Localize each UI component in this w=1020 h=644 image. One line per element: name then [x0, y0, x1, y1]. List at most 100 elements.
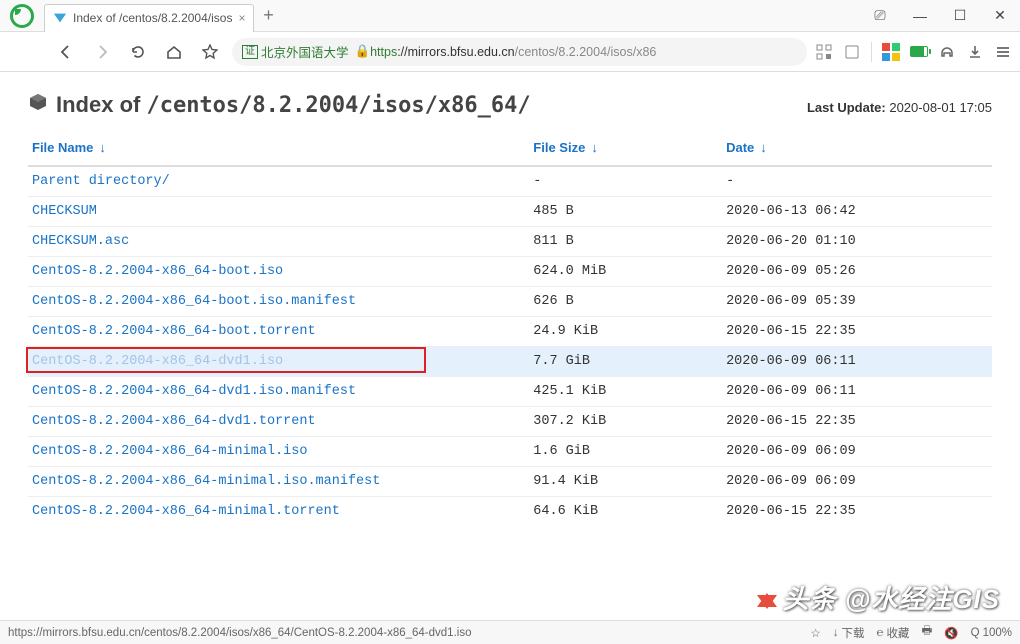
file-link[interactable]: CHECKSUM.asc	[32, 234, 129, 249]
toolbar: 证 北京外国语大学 🔒 https://mirrors.bfsu.edu.cn/…	[0, 32, 1020, 72]
col-header-size[interactable]: File Size↓	[529, 130, 722, 166]
table-row: CentOS-8.2.2004-x86_64-minimal.iso 1.6 Gi…	[28, 437, 992, 467]
sort-arrow-icon: ↓	[760, 140, 767, 155]
table-row: CentOS-8.2.2004-x86_64-minimal.iso.manif…	[28, 467, 992, 497]
sort-arrow-icon: ↓	[591, 140, 598, 155]
sort-arrow-icon: ↓	[99, 140, 106, 155]
page-content: Index of /centos/8.2.2004/isos/x86_64/ L…	[0, 72, 1020, 526]
zoom-control[interactable]: Q 100%	[971, 627, 1012, 639]
file-size: 91.4 KiB	[529, 467, 722, 497]
file-link[interactable]: CentOS-8.2.2004-x86_64-dvd1.iso	[32, 354, 283, 369]
extension-icon[interactable]	[843, 43, 861, 61]
reload-button[interactable]	[124, 38, 152, 66]
window-maximize-button[interactable]: ☐	[940, 0, 980, 32]
file-link[interactable]: CentOS-8.2.2004-x86_64-dvd1.iso.manifest	[32, 384, 356, 399]
page-title: Index of /centos/8.2.2004/isos/x86_64/	[56, 92, 531, 118]
file-date: 2020-06-09 05:39	[722, 287, 992, 317]
file-size: 624.0 MiB	[529, 257, 722, 287]
table-row: CentOS-8.2.2004-x86_64-boot.iso 624.0 MiB…	[28, 257, 992, 287]
window-controls: ⎚ — ☐ ✕	[860, 0, 1020, 32]
file-link[interactable]: CentOS-8.2.2004-x86_64-boot.iso.manifest	[32, 294, 356, 309]
file-size: 7.7 GiB	[529, 347, 722, 377]
table-row: CHECKSUM 485 B2020-06-13 06:42	[28, 197, 992, 227]
window-minimize-button[interactable]: —	[900, 0, 940, 32]
lock-icon: 🔒	[355, 44, 371, 59]
headset-icon[interactable]	[938, 43, 956, 61]
file-date: 2020-06-09 06:09	[722, 467, 992, 497]
table-row: CHECKSUM.asc 811 B2020-06-20 01:10	[28, 227, 992, 257]
tab-favicon-icon	[53, 11, 67, 25]
url-text: https://mirrors.bfsu.edu.cn/centos/8.2.2…	[370, 45, 656, 59]
table-row: CentOS-8.2.2004-x86_64-minimal.torrent 64…	[28, 497, 992, 527]
watermark: 头条 @水经注GIS	[757, 579, 1000, 616]
browser-logo[interactable]	[0, 0, 44, 32]
tab-close-button[interactable]: ×	[238, 11, 245, 25]
file-table: File Name↓ File Size↓ Date↓ Parent direc…	[28, 130, 992, 526]
window-close-button[interactable]: ✕	[980, 0, 1020, 32]
window-tab-list-button[interactable]: ⎚	[860, 0, 900, 32]
file-size: 24.9 KiB	[529, 317, 722, 347]
status-mute-button[interactable]: 🔇	[944, 626, 958, 640]
table-row: CentOS-8.2.2004-x86_64-dvd1.torrent 307.2…	[28, 407, 992, 437]
file-link[interactable]: CentOS-8.2.2004-x86_64-boot.iso	[32, 264, 283, 279]
menu-button[interactable]	[994, 43, 1012, 61]
status-url: https://mirrors.bfsu.edu.cn/centos/8.2.2…	[8, 627, 810, 639]
file-date: 2020-06-09 06:09	[722, 437, 992, 467]
file-date: 2020-06-09 05:26	[722, 257, 992, 287]
last-update: Last Update: 2020-08-01 17:05	[807, 100, 992, 115]
apps-icon[interactable]	[882, 43, 900, 61]
status-fav-button[interactable]: ☆	[810, 626, 820, 640]
file-size: 626 B	[529, 287, 722, 317]
back-button[interactable]	[52, 38, 80, 66]
file-link[interactable]: Parent directory/	[32, 174, 170, 189]
cert-org: 北京外国语大学	[261, 42, 349, 61]
file-date: 2020-06-20 01:10	[722, 227, 992, 257]
file-size: -	[529, 166, 722, 197]
home-button[interactable]	[160, 38, 188, 66]
status-download-button[interactable]: ↓ 下载	[833, 625, 865, 641]
page-header: Index of /centos/8.2.2004/isos/x86_64/ L…	[28, 92, 992, 118]
table-row: CentOS-8.2.2004-x86_64-boot.torrent 24.9 …	[28, 317, 992, 347]
file-size: 1.6 GiB	[529, 437, 722, 467]
file-link[interactable]: CentOS-8.2.2004-x86_64-minimal.torrent	[32, 504, 340, 519]
cube-icon	[28, 92, 48, 112]
col-header-name[interactable]: File Name↓	[28, 130, 529, 166]
file-size: 425.1 KiB	[529, 377, 722, 407]
table-row: CentOS-8.2.2004-x86_64-boot.iso.manifest…	[28, 287, 992, 317]
file-date: 2020-06-15 22:35	[722, 317, 992, 347]
tab-title: Index of /centos/8.2.2004/isos	[73, 11, 232, 25]
forward-button[interactable]	[88, 38, 116, 66]
file-link[interactable]: CentOS-8.2.2004-x86_64-minimal.iso	[32, 444, 307, 459]
file-date: 2020-06-15 22:35	[722, 407, 992, 437]
status-print-button[interactable]: 🖶	[921, 623, 932, 642]
star-button[interactable]	[196, 38, 224, 66]
file-date: 2020-06-09 06:11	[722, 347, 992, 377]
browser-tab[interactable]: Index of /centos/8.2.2004/isos ×	[44, 4, 254, 32]
file-date: 2020-06-15 22:35	[722, 497, 992, 527]
file-link[interactable]: CentOS-8.2.2004-x86_64-dvd1.torrent	[32, 414, 316, 429]
status-favorite-button[interactable]: ℮ 收藏	[877, 625, 910, 641]
new-tab-button[interactable]: +	[254, 5, 282, 26]
cert-badge: 证 北京外国语大学	[242, 42, 349, 61]
battery-icon	[910, 43, 928, 61]
file-size: 485 B	[529, 197, 722, 227]
file-link[interactable]: CHECKSUM	[32, 204, 97, 219]
file-date: 2020-06-13 06:42	[722, 197, 992, 227]
file-size: 64.6 KiB	[529, 497, 722, 527]
titlebar: Index of /centos/8.2.2004/isos × + ⎚ — ☐…	[0, 0, 1020, 32]
table-row: CentOS-8.2.2004-x86_64-dvd1.iso 7.7 GiB20…	[28, 347, 992, 377]
qr-icon[interactable]	[815, 43, 833, 61]
file-date: 2020-06-09 06:11	[722, 377, 992, 407]
download-icon[interactable]	[966, 43, 984, 61]
table-row: Parent directory/ --	[28, 166, 992, 197]
address-bar[interactable]: 证 北京外国语大学 🔒 https://mirrors.bfsu.edu.cn/…	[232, 38, 807, 66]
file-date: -	[722, 166, 992, 197]
file-size: 307.2 KiB	[529, 407, 722, 437]
file-size: 811 B	[529, 227, 722, 257]
file-link[interactable]: CentOS-8.2.2004-x86_64-boot.torrent	[32, 324, 316, 339]
table-row: CentOS-8.2.2004-x86_64-dvd1.iso.manifest…	[28, 377, 992, 407]
status-bar: https://mirrors.bfsu.edu.cn/centos/8.2.2…	[0, 620, 1020, 644]
file-link[interactable]: CentOS-8.2.2004-x86_64-minimal.iso.manif…	[32, 474, 380, 489]
cert-icon: 证	[242, 45, 258, 59]
col-header-date[interactable]: Date↓	[722, 130, 992, 166]
